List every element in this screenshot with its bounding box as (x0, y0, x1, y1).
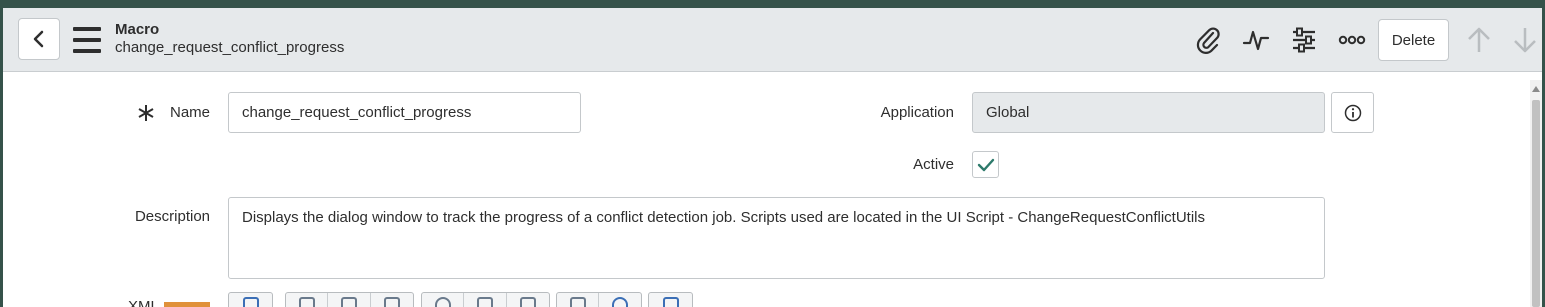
name-field[interactable]: change_request_conflict_progress (228, 92, 581, 133)
active-label: Active (913, 156, 954, 173)
more-options-icon[interactable] (1337, 25, 1367, 55)
back-button[interactable] (18, 18, 60, 60)
top-accent-bar (0, 0, 1545, 8)
editor-toolbar-group-4 (556, 292, 642, 307)
application-field: Global (972, 92, 1325, 133)
checkmark-icon (977, 158, 994, 171)
attachment-icon[interactable] (1193, 25, 1223, 55)
close-search-icon[interactable] (464, 293, 507, 307)
search-icon[interactable] (422, 293, 465, 307)
active-checkbox[interactable] (972, 151, 999, 178)
menu-icon[interactable] (73, 27, 101, 53)
editor-toolbar-group-5 (648, 292, 693, 307)
application-label: Application (880, 104, 954, 121)
editor-toolbar-group-2 (285, 292, 414, 307)
arrow-up-icon[interactable] (1464, 25, 1494, 55)
help-icon[interactable] (599, 293, 641, 307)
arrow-down-icon[interactable] (1510, 25, 1540, 55)
replace-tool-icon[interactable] (371, 293, 413, 307)
scroll-up-arrow-icon[interactable] (1530, 82, 1542, 96)
required-field-icon (138, 105, 154, 121)
comment-tool-icon[interactable] (286, 293, 329, 307)
format-tool-icon[interactable] (328, 293, 371, 307)
xml-label: XML (128, 298, 159, 307)
scrollbar-thumb[interactable] (1532, 100, 1540, 307)
activity-icon[interactable] (1241, 25, 1271, 55)
xml-field-badge (164, 302, 210, 307)
editor-toolbar-group-1 (228, 292, 273, 307)
record-type-title: Macro (115, 21, 160, 38)
form-header: Macro change_request_conflict_progress D… (3, 8, 1542, 72)
info-icon (1344, 104, 1361, 121)
name-label: Name (169, 104, 210, 121)
save-icon[interactable] (649, 293, 692, 307)
description-label: Description (134, 208, 210, 225)
application-info-button[interactable] (1331, 92, 1374, 133)
settings-sliders-icon[interactable] (1289, 25, 1319, 55)
description-field[interactable]: Displays the dialog window to track the … (228, 197, 1325, 279)
vertical-scrollbar[interactable] (1530, 80, 1542, 307)
edit-tool-icon[interactable] (229, 293, 272, 307)
delete-button[interactable]: Delete (1378, 19, 1449, 61)
toggle-icon[interactable] (507, 293, 549, 307)
editor-toolbar-group-3 (421, 292, 550, 307)
fullscreen-icon[interactable] (557, 293, 600, 307)
back-icon (33, 30, 44, 48)
record-name-subtitle: change_request_conflict_progress (115, 39, 345, 56)
